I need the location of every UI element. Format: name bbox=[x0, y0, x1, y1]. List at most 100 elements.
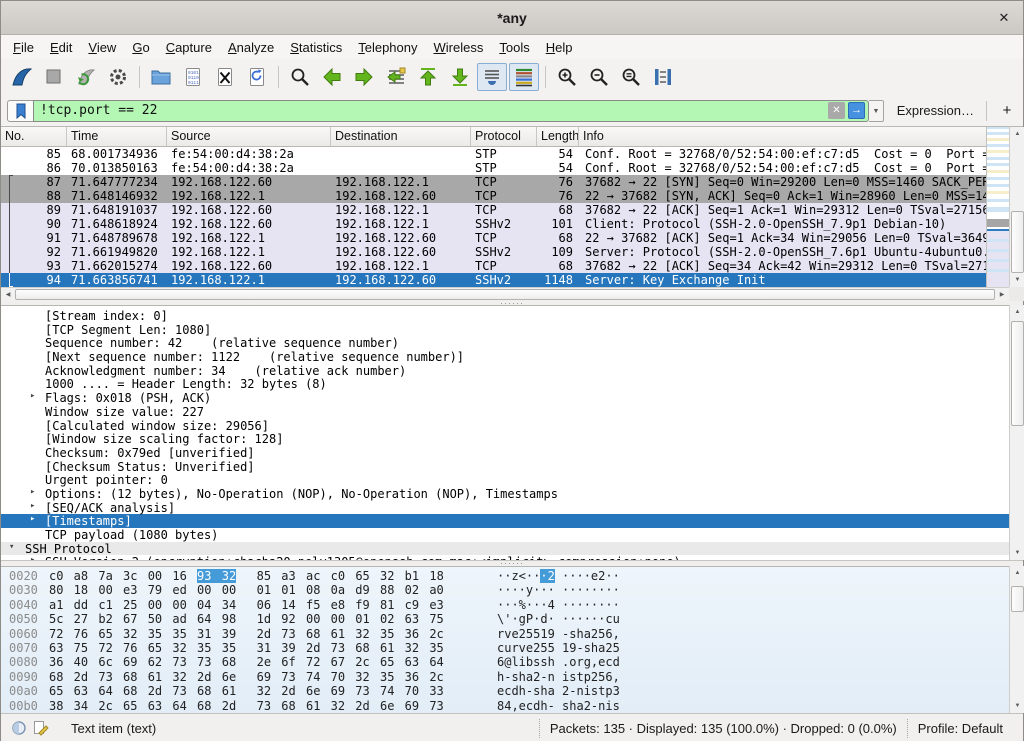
column-header-time[interactable]: Time bbox=[67, 127, 167, 146]
scroll-down-icon[interactable] bbox=[1010, 546, 1024, 560]
hex-row[interactable]: 00a065 63 64 68 2d 73 68 61 32 2d 6e 69 … bbox=[1, 684, 1009, 698]
packet-row-selected[interactable]: 9471.663856741192.168.122.1192.168.122.6… bbox=[1, 273, 986, 287]
column-header-no[interactable]: No. bbox=[1, 127, 67, 146]
detail-line[interactable]: Sequence number: 42 (relative sequence n… bbox=[1, 336, 1009, 350]
go-forward-button[interactable] bbox=[349, 63, 379, 91]
detail-line[interactable]: TCP payload (1080 bytes) bbox=[1, 528, 1009, 542]
hex-row[interactable]: 0020c0 a8 7a 3c 00 16 93 32 85 a3 ac c0 … bbox=[1, 569, 1009, 583]
scroll-down-icon[interactable] bbox=[1010, 273, 1024, 287]
menu-file[interactable]: File bbox=[5, 37, 42, 58]
title-bar[interactable]: *any ✕ bbox=[1, 1, 1023, 35]
detail-line-expandable[interactable]: ▸[SEQ/ACK analysis] bbox=[1, 501, 1009, 515]
scrollbar-thumb[interactable] bbox=[1011, 211, 1024, 273]
scroll-up-icon[interactable] bbox=[1010, 127, 1024, 141]
hex-scrollbar[interactable] bbox=[1009, 566, 1024, 713]
details-scrollbar[interactable] bbox=[1009, 305, 1024, 560]
expert-info-button[interactable] bbox=[11, 720, 27, 736]
detail-line[interactable]: Window size value: 227 bbox=[1, 405, 1009, 419]
add-filter-button[interactable]: + bbox=[997, 102, 1017, 119]
resize-columns-button[interactable] bbox=[648, 63, 678, 91]
hex-row[interactable]: 00505c 27 b2 67 50 ad 64 98 1d 92 00 00 … bbox=[1, 612, 1009, 626]
first-packet-button[interactable] bbox=[413, 63, 443, 91]
packet-row[interactable]: 8771.647777234192.168.122.60192.168.122.… bbox=[1, 175, 986, 189]
capture-comment-button[interactable] bbox=[33, 720, 49, 736]
stop-capture-button[interactable] bbox=[39, 63, 69, 91]
scroll-up-icon[interactable] bbox=[1010, 566, 1024, 580]
hex-row[interactable]: 00b038 34 2c 65 63 64 68 2d 73 68 61 32 … bbox=[1, 699, 1009, 713]
column-header-length[interactable]: Length bbox=[537, 127, 579, 146]
packet-row[interactable]: 9171.648789678192.168.122.1192.168.122.6… bbox=[1, 231, 986, 245]
expression-button[interactable]: Expression… bbox=[897, 103, 974, 118]
packet-row[interactable]: 9371.662015274192.168.122.60192.168.122.… bbox=[1, 259, 986, 273]
packet-row[interactable]: 8568.001734936fe:54:00:d4:38:2aSTP54Conf… bbox=[1, 147, 986, 161]
colorize-button[interactable] bbox=[509, 63, 539, 91]
start-capture-button[interactable] bbox=[7, 63, 37, 91]
close-file-button[interactable] bbox=[210, 63, 240, 91]
hex-row[interactable]: 009068 2d 73 68 61 32 2d 6e 69 73 74 70 … bbox=[1, 670, 1009, 684]
column-header-protocol[interactable]: Protocol bbox=[471, 127, 537, 146]
menu-help[interactable]: Help bbox=[538, 37, 581, 58]
packet-list-scrollbar[interactable] bbox=[1009, 127, 1024, 287]
go-to-packet-button[interactable] bbox=[381, 63, 411, 91]
detail-line[interactable]: [Checksum Status: Unverified] bbox=[1, 460, 1009, 474]
column-header-source[interactable]: Source bbox=[167, 127, 331, 146]
filter-dropdown-icon[interactable]: ▼ bbox=[869, 100, 884, 122]
hex-row[interactable]: 007063 75 72 76 65 32 35 35 31 39 2d 73 … bbox=[1, 641, 1009, 655]
capture-options-button[interactable] bbox=[103, 63, 133, 91]
scroll-up-icon[interactable] bbox=[1010, 305, 1024, 319]
go-back-button[interactable] bbox=[317, 63, 347, 91]
reload-file-button[interactable] bbox=[242, 63, 272, 91]
menu-go[interactable]: Go bbox=[124, 37, 157, 58]
hex-row[interactable]: 008036 40 6c 69 62 73 73 68 2e 6f 72 67 … bbox=[1, 655, 1009, 669]
zoom-original-button[interactable] bbox=[616, 63, 646, 91]
detail-line[interactable]: [Next sequence number: 1122 (relative se… bbox=[1, 350, 1009, 364]
display-filter-input[interactable] bbox=[40, 103, 828, 118]
scrollbar-thumb[interactable] bbox=[1011, 321, 1024, 426]
packet-row[interactable]: 8871.648146932192.168.122.1192.168.122.6… bbox=[1, 189, 986, 203]
hex-row[interactable]: 0040a1 dd c1 25 00 00 04 34 06 14 f5 e8 … bbox=[1, 598, 1009, 612]
scroll-left-icon[interactable] bbox=[1, 288, 15, 301]
packet-row[interactable]: 9071.648618924192.168.122.60192.168.122.… bbox=[1, 217, 986, 231]
scrollbar-thumb[interactable] bbox=[1011, 586, 1024, 612]
close-icon[interactable]: ✕ bbox=[995, 9, 1013, 27]
detail-line-expandable[interactable]: ▸Flags: 0x018 (PSH, ACK) bbox=[1, 391, 1009, 405]
packet-row[interactable]: 8670.013850163fe:54:00:d4:38:2aSTP54Conf… bbox=[1, 161, 986, 175]
column-header-destination[interactable]: Destination bbox=[331, 127, 471, 146]
menu-statistics[interactable]: Statistics bbox=[282, 37, 350, 58]
menu-telephony[interactable]: Telephony bbox=[350, 37, 425, 58]
filter-clear-icon[interactable]: ✕ bbox=[828, 102, 845, 119]
detail-line-protocol[interactable]: ▾SSH Protocol bbox=[1, 542, 1009, 556]
hex-row[interactable]: 003080 18 00 e3 79 ed 00 00 01 01 08 0a … bbox=[1, 583, 1009, 597]
detail-line[interactable]: 1000 .... = Header Length: 32 bytes (8) bbox=[1, 377, 1009, 391]
menu-analyze[interactable]: Analyze bbox=[220, 37, 282, 58]
packet-row[interactable]: 9271.661949820192.168.122.1192.168.122.6… bbox=[1, 245, 986, 259]
detail-line[interactable]: Urgent pointer: 0 bbox=[1, 473, 1009, 487]
detail-line[interactable]: Checksum: 0x79ed [unverified] bbox=[1, 446, 1009, 460]
detail-line[interactable]: [Stream index: 0] bbox=[1, 309, 1009, 323]
packet-list-minimap[interactable] bbox=[986, 127, 1009, 287]
menu-capture[interactable]: Capture bbox=[158, 37, 220, 58]
detail-line-expandable[interactable]: ▸Options: (12 bytes), No-Operation (NOP)… bbox=[1, 487, 1009, 501]
last-packet-button[interactable] bbox=[445, 63, 475, 91]
detail-line[interactable]: [Window size scaling factor: 128] bbox=[1, 432, 1009, 446]
menu-edit[interactable]: Edit bbox=[42, 37, 80, 58]
menu-tools[interactable]: Tools bbox=[491, 37, 537, 58]
auto-scroll-button[interactable] bbox=[477, 63, 507, 91]
filter-bookmark-button[interactable] bbox=[7, 100, 33, 122]
detail-line-selected[interactable]: ▸[Timestamps] bbox=[1, 514, 1009, 528]
detail-line[interactable]: Acknowledgment number: 34 (relative ack … bbox=[1, 364, 1009, 378]
find-packet-button[interactable] bbox=[285, 63, 315, 91]
packet-row[interactable]: 8971.648191037192.168.122.60192.168.122.… bbox=[1, 203, 986, 217]
scroll-right-icon[interactable] bbox=[995, 288, 1009, 301]
hex-row[interactable]: 006072 76 65 32 35 35 31 39 2d 73 68 61 … bbox=[1, 627, 1009, 641]
menu-wireless[interactable]: Wireless bbox=[426, 37, 492, 58]
restart-capture-button[interactable] bbox=[71, 63, 101, 91]
zoom-out-button[interactable] bbox=[584, 63, 614, 91]
profile-selector[interactable]: Profile: Default bbox=[907, 719, 1013, 738]
zoom-in-button[interactable] bbox=[552, 63, 582, 91]
filter-apply-icon[interactable]: → bbox=[848, 102, 865, 119]
detail-line[interactable]: [Calculated window size: 29056] bbox=[1, 419, 1009, 433]
menu-view[interactable]: View bbox=[80, 37, 124, 58]
open-file-button[interactable] bbox=[146, 63, 176, 91]
save-file-button[interactable]: 010101100111 bbox=[178, 63, 208, 91]
